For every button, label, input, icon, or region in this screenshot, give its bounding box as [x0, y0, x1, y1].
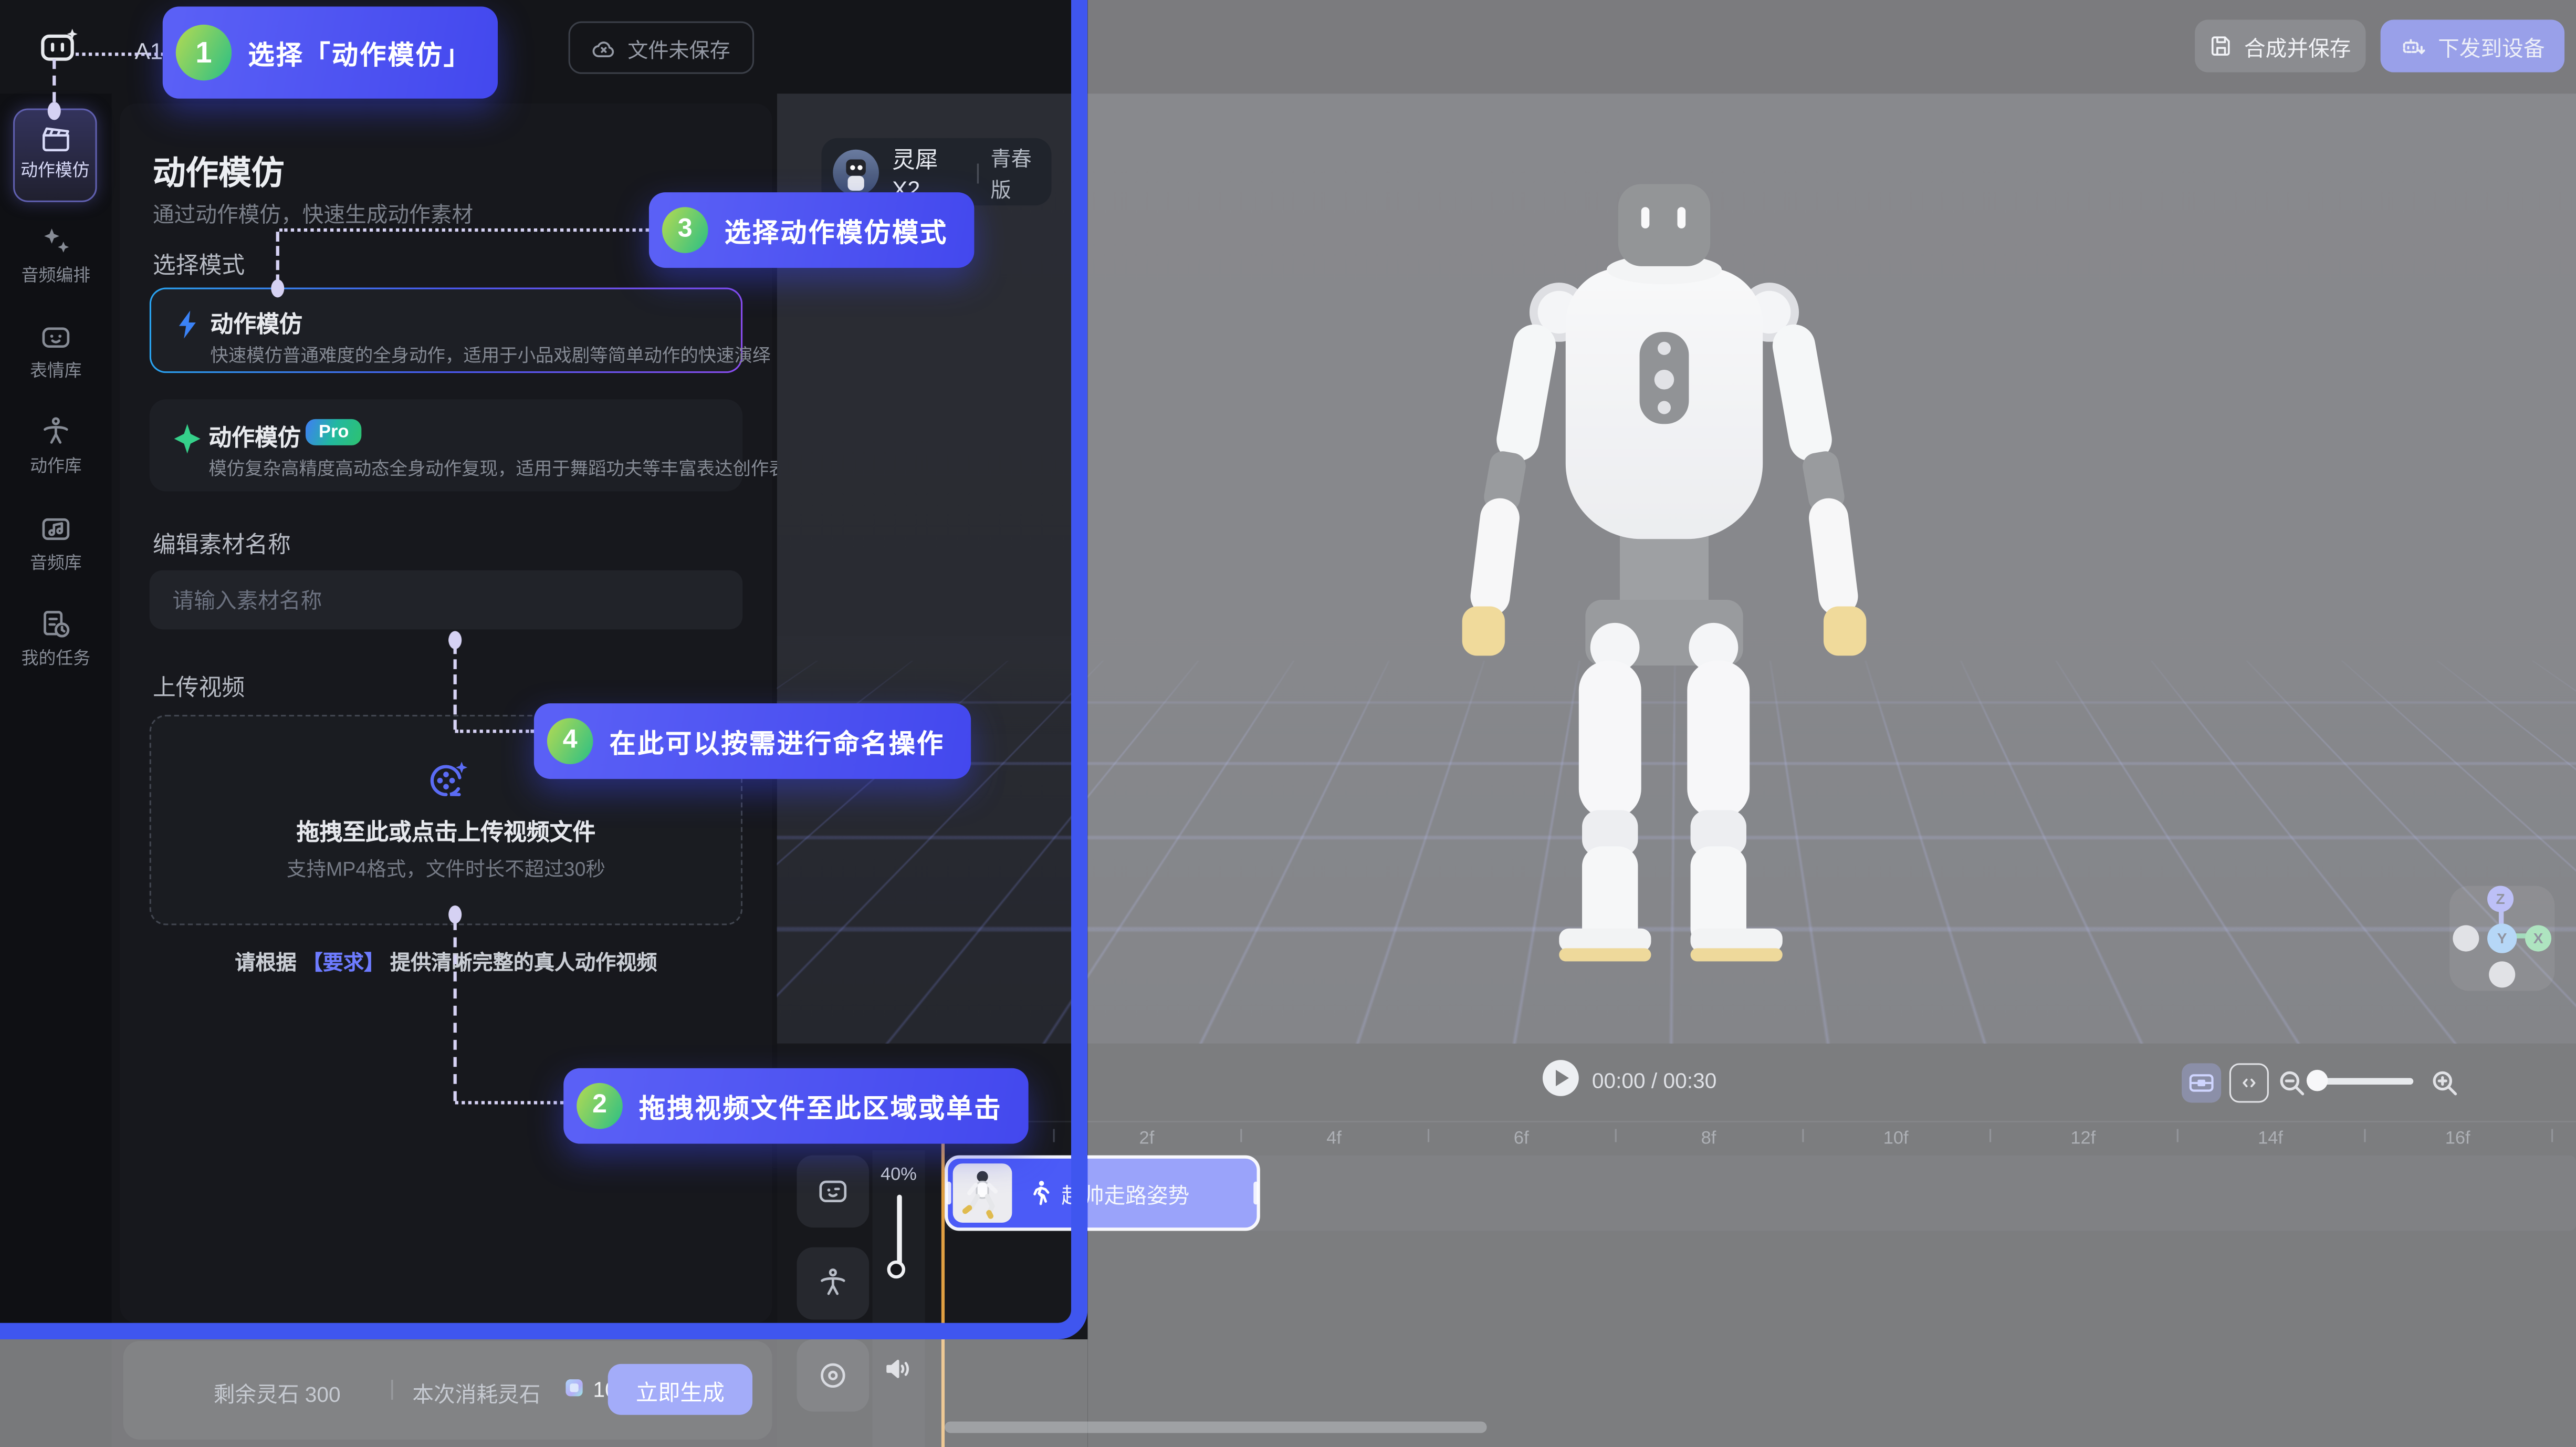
step-number: 3	[662, 207, 708, 253]
mode-name: 动作模仿	[208, 421, 300, 454]
mode-name: 动作模仿	[210, 307, 302, 340]
tutorial-step-3: 3 选择动作模仿模式	[649, 192, 975, 268]
mode-section-label: 选择模式	[153, 248, 245, 281]
mode-card-pro[interactable]: 动作模仿 Pro 模仿复杂高精度高动态全身动作复现，适用于舞蹈功夫等丰富表达创作…	[150, 399, 743, 491]
material-name-input[interactable]	[150, 570, 743, 630]
app-root: A1机 文件未保存 合成并保存	[0, 0, 2576, 1447]
upload-title: 拖拽至此或点击上传视频文件	[151, 815, 741, 848]
clip-trim-handle-left[interactable]	[946, 1182, 951, 1205]
volume-slider-knob[interactable]	[887, 1261, 905, 1278]
expression-track-icon[interactable]	[797, 1155, 869, 1228]
action-track-icon[interactable]	[797, 1247, 869, 1320]
connector-line	[454, 920, 457, 1101]
lightning-icon	[176, 310, 201, 338]
music-icon	[0, 513, 112, 546]
upload-hint: 支持MP4格式，文件时长不超过30秒	[151, 855, 741, 882]
tutorial-step-1: 1 选择「动作模仿」	[163, 7, 498, 99]
connector-line	[455, 730, 534, 733]
sidebar-item-expression-library[interactable]: 表情库	[0, 320, 112, 383]
upload-requirement-note: 请根据 【要求】 提供清晰完整的真人动作视频	[120, 945, 772, 976]
file-status-label: 文件未保存	[627, 32, 730, 63]
tasks-icon	[0, 608, 112, 641]
tutorial-step-4: 4 在此可以按需进行命名操作	[534, 703, 971, 779]
connector-line	[276, 232, 279, 284]
connector-line	[454, 644, 457, 730]
panel-subtitle: 通过动作模仿，快速生成动作素材	[153, 197, 473, 228]
sidebar-item-audio-library[interactable]: 音频库	[0, 513, 112, 575]
step-number: 2	[577, 1083, 623, 1129]
step-number: 4	[547, 718, 593, 764]
connector-line	[53, 59, 56, 102]
connector-line	[76, 53, 164, 56]
sidebar-item-my-tasks[interactable]: 我的任务	[0, 608, 112, 671]
clapperboard-icon	[15, 123, 95, 153]
sidebar-nav: 动作模仿 音频编排 表情库	[0, 93, 112, 1447]
material-name-label: 编辑素材名称	[153, 527, 291, 560]
app-logo-robot-icon	[39, 26, 82, 66]
robot-face-icon	[0, 320, 112, 353]
volume-slider[interactable]	[897, 1195, 902, 1267]
sparkles-icon	[0, 225, 112, 258]
tutorial-step-2: 2 拖拽视频文件至此区域或单击	[563, 1068, 1029, 1144]
requirement-link[interactable]: 【要求】	[302, 952, 384, 975]
connector-dot	[48, 102, 61, 120]
volume-value: 40%	[872, 1165, 925, 1185]
dim-overlay-right	[1087, 0, 2576, 1447]
sidebar-item-motion-imitation[interactable]: 动作模仿	[13, 109, 97, 202]
step-number: 1	[176, 25, 232, 80]
mode-desc: 模仿复杂高精度高动态全身动作复现，适用于舞蹈功夫等丰富表达创作表演	[208, 455, 805, 482]
cloud-unsaved-icon	[591, 37, 616, 58]
pro-badge: Pro	[306, 419, 362, 445]
connector-line	[279, 228, 649, 232]
walking-icon	[1029, 1180, 1052, 1206]
dim-overlay-bottom	[0, 1339, 1087, 1447]
upload-section-label: 上传视频	[153, 671, 245, 704]
connector-line	[455, 1101, 564, 1104]
robot-avatar	[833, 149, 879, 195]
film-reel-icon	[427, 759, 469, 802]
robot-edition-badge: 青春版	[991, 141, 1052, 203]
mode-desc: 快速模仿普通难度的全身动作，适用于小品戏剧等简单动作的快速演绎	[210, 342, 770, 368]
person-icon	[0, 416, 112, 449]
sidebar-item-label: 动作模仿	[15, 158, 95, 182]
panel-title: 动作模仿	[153, 146, 284, 194]
sparkle-icon	[174, 424, 201, 453]
mode-card-standard[interactable]: 动作模仿 快速模仿普通难度的全身动作，适用于小品戏剧等简单动作的快速演绎	[150, 288, 743, 373]
sidebar-item-audio-arrange[interactable]: 音频编排	[0, 225, 112, 288]
file-status-chip[interactable]: 文件未保存	[569, 22, 753, 74]
clip-thumbnail	[953, 1163, 1012, 1223]
sidebar-item-action-library[interactable]: 动作库	[0, 416, 112, 478]
connector-dot	[271, 279, 284, 297]
